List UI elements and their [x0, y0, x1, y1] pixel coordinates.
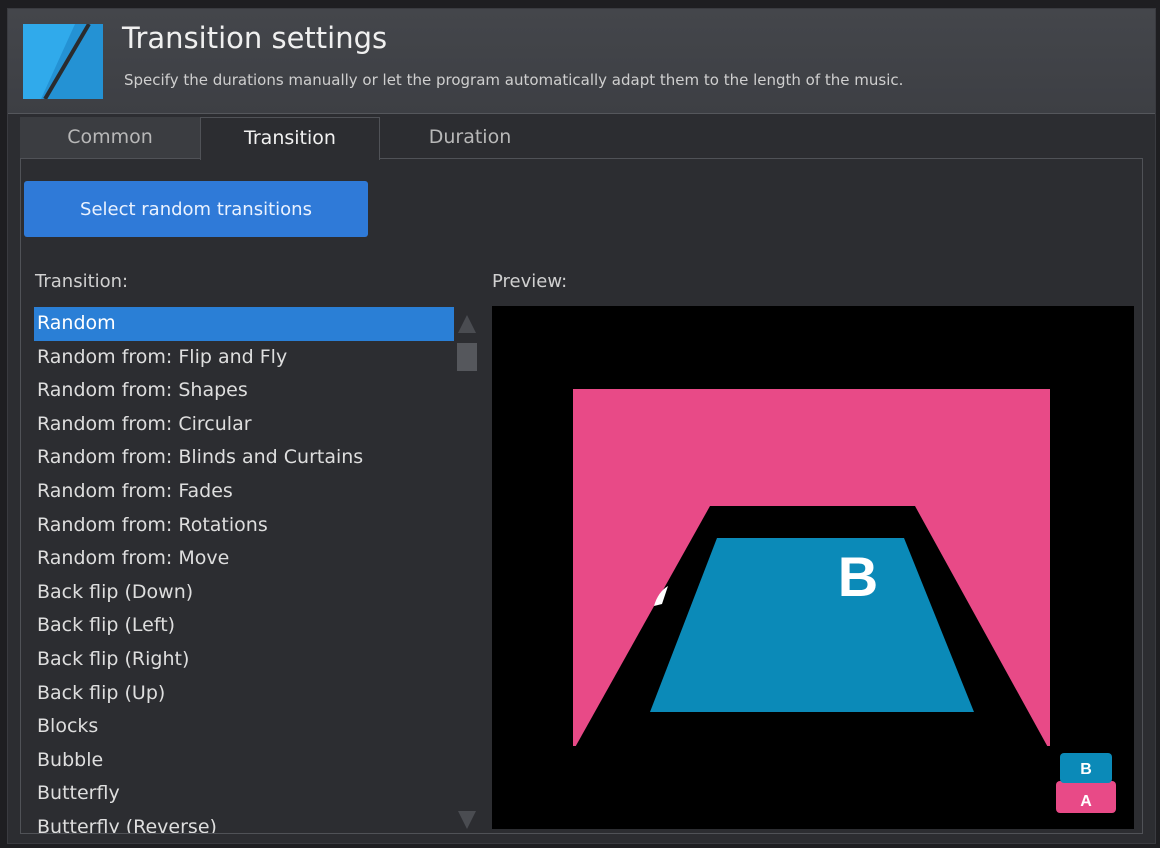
slide-b-letter: B: [838, 545, 878, 608]
transition-list-item[interactable]: Bubble: [34, 744, 454, 778]
app-logo-icon: [23, 24, 103, 99]
transition-list-item[interactable]: Random from: Fades: [34, 475, 454, 509]
preview-label: Preview:: [492, 271, 568, 292]
transition-list-item[interactable]: Butterfly (Reverse): [34, 811, 454, 833]
transition-list-item[interactable]: Back flip (Up): [34, 677, 454, 711]
ab-indicator-icon: B A: [1056, 753, 1116, 813]
tab-common[interactable]: Common: [20, 117, 200, 158]
scroll-down-arrow-icon[interactable]: [458, 811, 476, 829]
ab-indicator-b: B: [1080, 761, 1092, 778]
dialog-header: Transition settings Specify the duration…: [8, 9, 1155, 114]
dialog-subtitle: Specify the durations manually or let th…: [124, 71, 904, 89]
tab-duration[interactable]: Duration: [380, 117, 560, 158]
transition-list-item[interactable]: Random from: Rotations: [34, 509, 454, 543]
transition-list-item[interactable]: Back flip (Down): [34, 576, 454, 610]
transition-list-item[interactable]: Random from: Shapes: [34, 374, 454, 408]
transition-list-item[interactable]: Random from: Move: [34, 542, 454, 576]
transition-settings-window: Transition settings Specify the duration…: [7, 8, 1156, 844]
transition-preview: B: [492, 306, 1134, 829]
transition-list-item[interactable]: Random: [34, 307, 454, 341]
transition-label: Transition:: [35, 271, 129, 292]
transition-list-scrollbar[interactable]: [455, 309, 479, 833]
preview-canvas: B: [492, 306, 1134, 829]
transition-list[interactable]: Random Random from: Flip and Fly Random fr…: [34, 307, 454, 833]
transition-list-item[interactable]: Random from: Flip and Fly: [34, 341, 454, 375]
ab-indicator-a: A: [1080, 793, 1092, 810]
transition-list-item[interactable]: Back flip (Right): [34, 643, 454, 677]
transition-list-item[interactable]: Back flip (Left): [34, 609, 454, 643]
scroll-up-arrow-icon[interactable]: [458, 315, 476, 333]
select-random-transitions-button[interactable]: Select random transitions: [24, 181, 368, 237]
transition-list-item[interactable]: Random from: Circular: [34, 408, 454, 442]
transition-list-item[interactable]: Blocks: [34, 710, 454, 744]
transition-list-item[interactable]: Random from: Blinds and Curtains: [34, 441, 454, 475]
tab-transition[interactable]: Transition: [200, 117, 380, 160]
dialog-title: Transition settings: [122, 21, 388, 55]
transition-list-item[interactable]: Butterfly: [34, 777, 454, 811]
scrollbar-thumb[interactable]: [457, 343, 477, 371]
